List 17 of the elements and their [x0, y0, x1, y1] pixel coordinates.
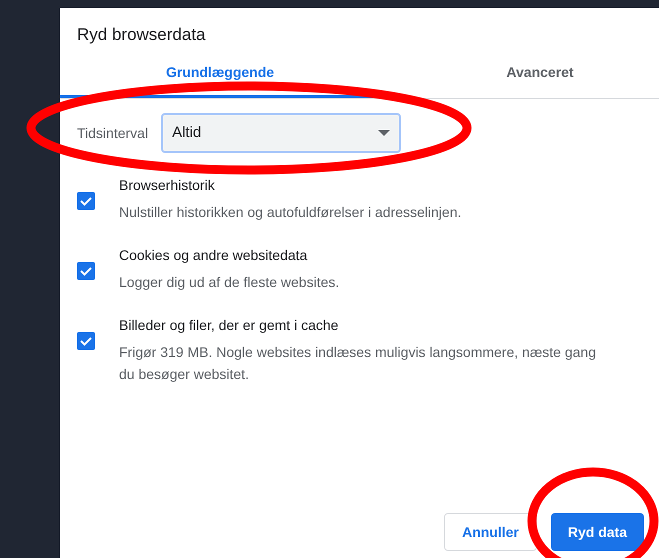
- clear-data-button[interactable]: Ryd data: [550, 513, 644, 551]
- time-range-label: Tidsinterval: [77, 124, 148, 142]
- checkbox[interactable]: [77, 262, 95, 280]
- option-description: Nulstiller historikken og autofuldførelser i adresselinjen.: [119, 203, 462, 222]
- time-range-select[interactable]: Altid: [161, 113, 402, 153]
- option-title: Cookies og andre websitedata: [119, 246, 308, 265]
- tab[interactable]: Avanceret: [380, 50, 659, 98]
- option-description: Frigør 319 MB. Nogle websites indlæses muligvis langsommere, næste gang du besøger websitet.: [119, 343, 597, 384]
- tab[interactable]: Grundlæggende: [60, 50, 380, 98]
- cancel-button[interactable]: Annuller: [444, 513, 537, 551]
- option-title: Billeder og filer, der er gemt i cache: [119, 316, 340, 335]
- option-description: Logger dig ud af de fleste websites.: [119, 273, 340, 292]
- dialog-title: Ryd browserdata: [76, 24, 207, 46]
- checkbox[interactable]: [77, 332, 95, 350]
- checkbox[interactable]: [77, 192, 95, 210]
- dropdown-caret-icon: [378, 130, 390, 136]
- option-title: Browserhistorik: [119, 176, 216, 195]
